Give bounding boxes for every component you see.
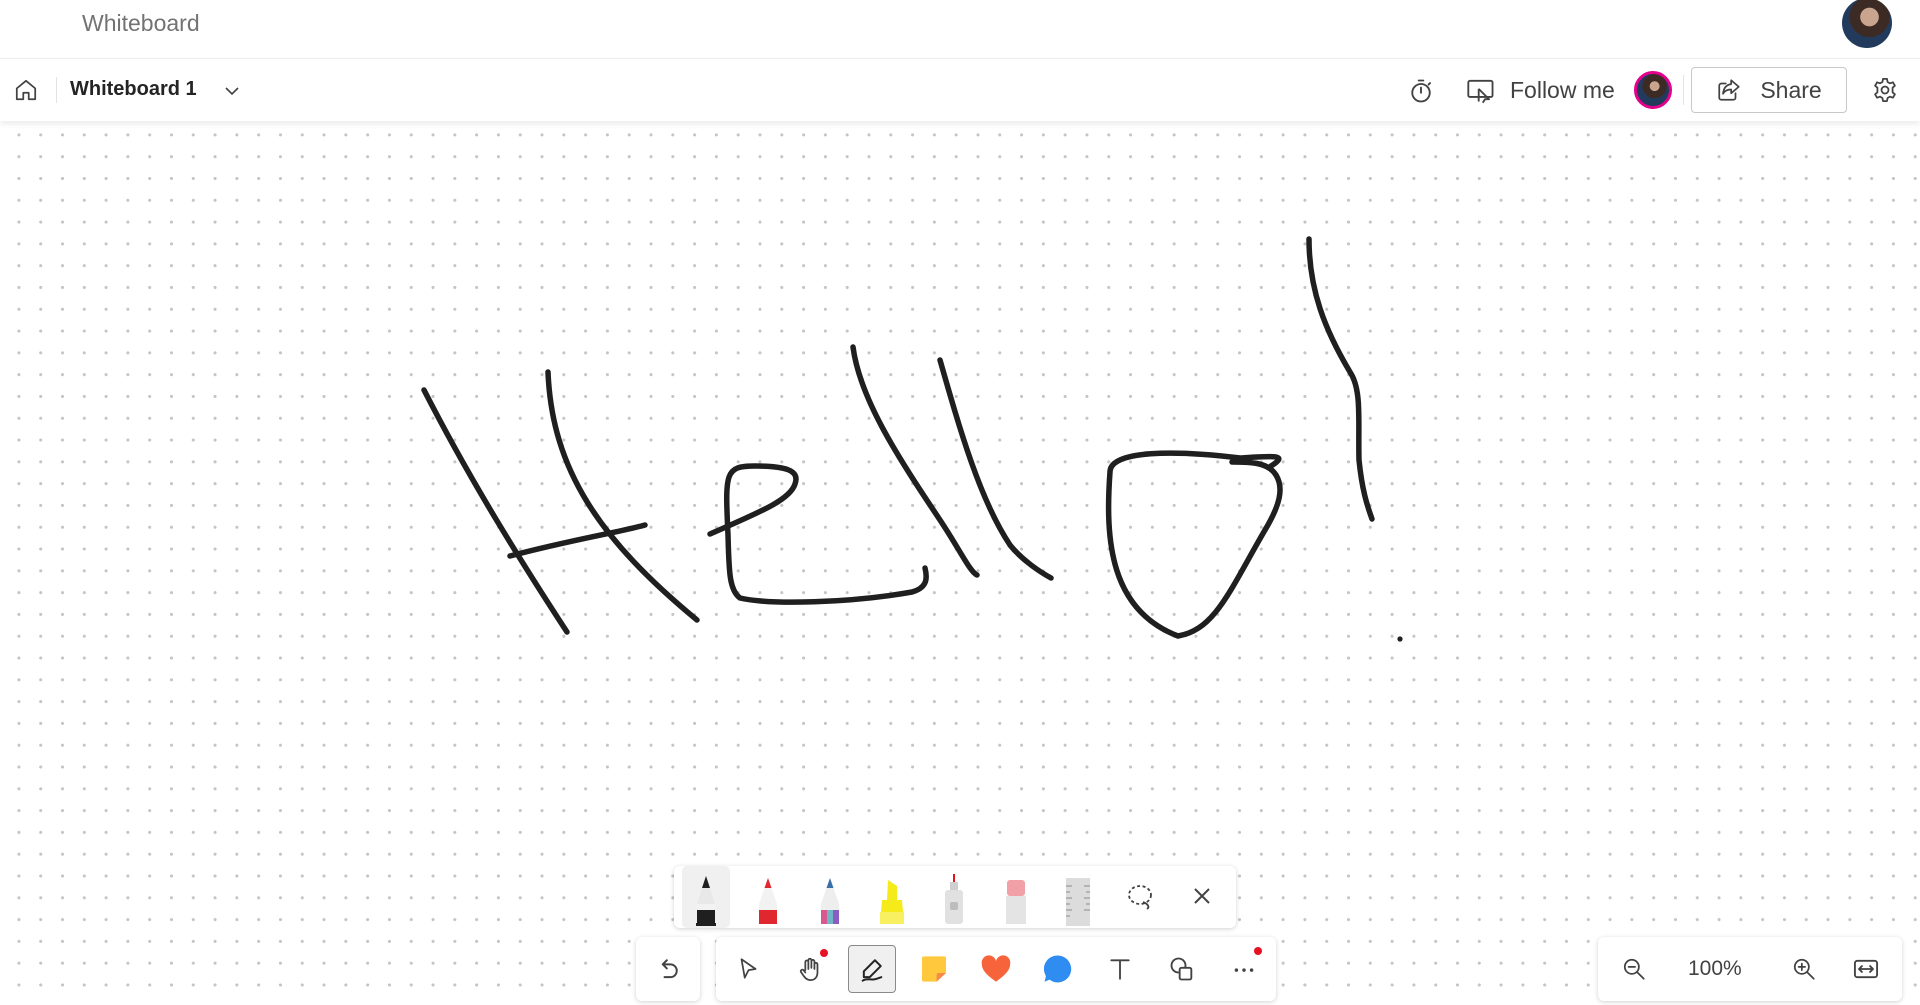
zoom-level[interactable]: 100% (1688, 957, 1742, 981)
select-tool[interactable] (724, 945, 772, 993)
zoom-in-icon (1793, 958, 1815, 980)
hand-icon (799, 957, 819, 981)
close-icon (1194, 888, 1210, 904)
pen-tray (674, 866, 1236, 928)
marker-icon (821, 878, 839, 924)
shapes-icon (1170, 957, 1193, 981)
timer-icon (1411, 79, 1432, 103)
laser-pointer-icon (945, 874, 963, 924)
follow-me-label: Follow me (1510, 76, 1615, 103)
present-to-all-icon (1467, 79, 1494, 104)
fit-to-screen-button[interactable] (1842, 945, 1890, 993)
sticky-note-icon (922, 956, 946, 982)
zoom-out-icon (1623, 958, 1645, 980)
home-icon (15, 79, 37, 101)
settings-button[interactable] (1870, 75, 1900, 105)
eraser[interactable] (992, 866, 1040, 928)
share-icon (1718, 79, 1740, 101)
board-name[interactable]: Whiteboard 1 (70, 78, 197, 101)
zoom-in-button[interactable] (1780, 945, 1828, 993)
zoom-bar: 100% (1598, 937, 1902, 1001)
marker-icon (759, 878, 777, 924)
fit-to-screen-icon (1853, 959, 1879, 979)
undo-bar (636, 937, 700, 1001)
rainbow-pen[interactable] (806, 866, 854, 928)
red-pen[interactable] (744, 866, 792, 928)
undo-icon (661, 959, 678, 979)
pan-tool[interactable] (786, 945, 834, 993)
gear-icon (1874, 78, 1896, 102)
timer-button[interactable] (1406, 76, 1436, 106)
black-pen[interactable] (682, 866, 730, 928)
more-options-button[interactable] (1220, 945, 1268, 993)
lasso-icon (1128, 885, 1152, 910)
comment-tool[interactable] (1034, 945, 1082, 993)
home-button[interactable] (12, 76, 40, 104)
yellow-highlighter[interactable] (868, 866, 916, 928)
follow-me-button[interactable]: Follow me (1466, 73, 1615, 107)
pen-icon (861, 959, 883, 982)
eraser-icon (1006, 880, 1026, 924)
shapes-tool[interactable] (1158, 945, 1206, 993)
inking-tool[interactable] (848, 945, 896, 993)
text-icon (1110, 959, 1130, 980)
laser-pointer[interactable] (930, 866, 978, 928)
undo-button[interactable] (644, 945, 692, 993)
notification-dot (1254, 947, 1262, 955)
ellipsis-icon (1234, 968, 1254, 972)
share-label: Share (1760, 76, 1822, 103)
speech-bubble-icon (1043, 955, 1072, 983)
notification-dot (820, 949, 828, 957)
pointer-icon (740, 958, 757, 979)
app-title: Whiteboard (82, 10, 200, 36)
whiteboard-toolbar: Whiteboard 1 Follow me Share (0, 59, 1920, 121)
text-tool[interactable] (1096, 945, 1144, 993)
heart-icon (981, 955, 1011, 982)
account-avatar[interactable] (1842, 0, 1892, 48)
share-button[interactable]: Share (1691, 67, 1847, 113)
ruler[interactable] (1054, 866, 1102, 928)
chevron-down-icon (225, 87, 239, 96)
board-menu-button[interactable] (222, 81, 242, 101)
highlighter-icon (880, 880, 904, 924)
marker-icon (696, 876, 716, 926)
sticky-note-tool[interactable] (910, 945, 958, 993)
title-bar: Whiteboard (0, 0, 1920, 59)
lasso-button[interactable] (1116, 866, 1164, 928)
main-toolbar (716, 937, 1276, 1001)
toolbar-divider (1683, 75, 1684, 105)
close-pen-tray-button[interactable] (1178, 866, 1226, 928)
presenter-avatar[interactable] (1634, 71, 1672, 109)
reactions-tool[interactable] (972, 945, 1020, 993)
toolbar-divider (56, 77, 57, 103)
ruler-icon (1066, 878, 1090, 926)
zoom-out-button[interactable] (1610, 945, 1658, 993)
